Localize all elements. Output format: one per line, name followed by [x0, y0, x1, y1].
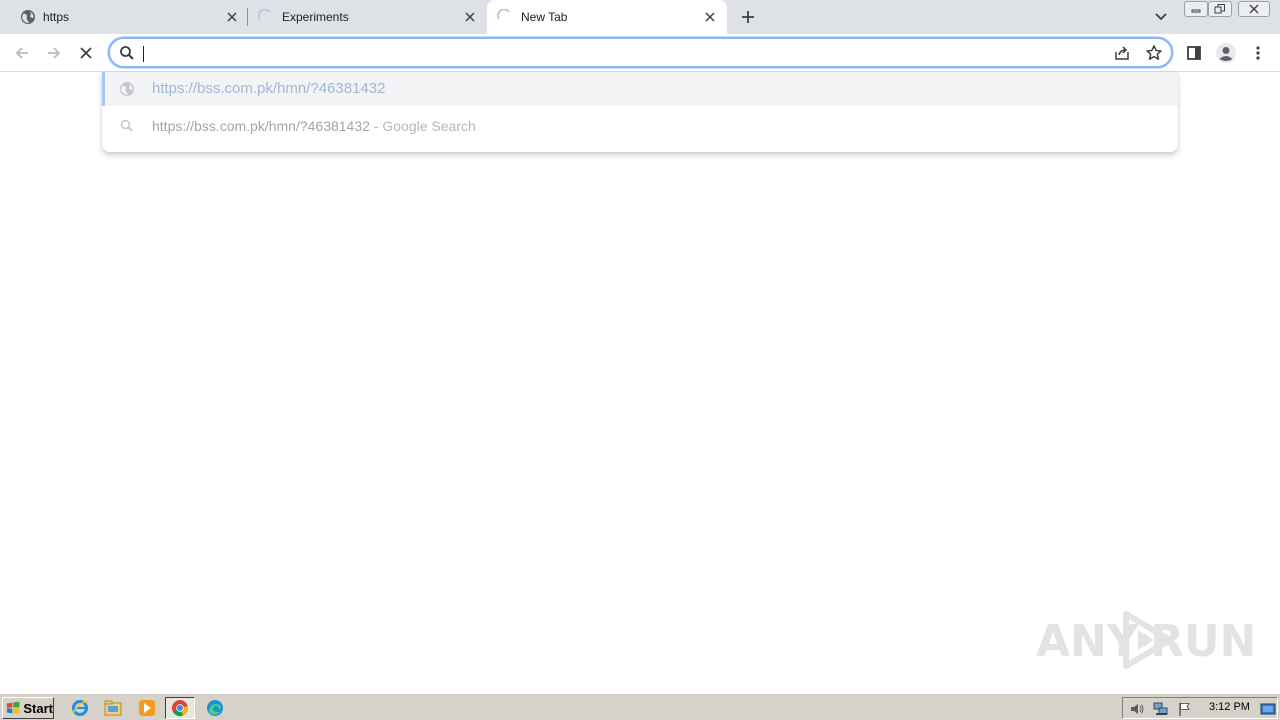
suggestion-url: https://bss.com.pk/hmn/?46381432	[152, 80, 386, 97]
side-panel-button[interactable]	[1180, 39, 1208, 67]
globe-icon	[21, 10, 35, 24]
folder-icon	[104, 700, 122, 716]
chevron-down-icon	[1155, 13, 1167, 21]
media-player-icon	[139, 700, 155, 716]
plus-icon	[742, 11, 754, 23]
restore-button[interactable]	[1208, 1, 1232, 17]
windows-logo-icon	[6, 701, 20, 715]
restore-icon	[1214, 4, 1225, 14]
forward-button[interactable]	[40, 39, 68, 67]
suggestion-hint: Google Search	[382, 118, 476, 134]
taskbar-edge[interactable]	[204, 698, 226, 718]
tab-new-tab[interactable]: New Tab	[487, 0, 727, 34]
share-icon[interactable]	[1113, 44, 1131, 62]
minimize-button[interactable]	[1184, 1, 1208, 17]
internet-explorer-icon	[72, 700, 89, 716]
new-tab-button[interactable]	[736, 5, 760, 29]
close-tab-icon[interactable]	[224, 9, 240, 25]
search-icon	[120, 119, 133, 132]
tab-title: https	[43, 10, 70, 24]
tab-title: Experiments	[282, 10, 349, 24]
loading-spinner-icon	[497, 9, 510, 20]
browser-window: https Experiments New Tab https://bss.co…	[0, 0, 1280, 720]
omnibox-suggestions: https://bss.com.pk/hmn/?46381432 https:/…	[102, 72, 1178, 152]
taskbar-chrome[interactable]	[165, 697, 195, 719]
suggestion-query: https://bss.com.pk/hmn/?46381432	[152, 118, 370, 134]
watermark-text-right: RUN	[1150, 616, 1257, 667]
address-bar[interactable]	[108, 37, 1173, 68]
arrow-right-icon	[48, 47, 61, 59]
volume-icon[interactable]	[1129, 701, 1145, 717]
show-desktop-icon[interactable]	[1260, 701, 1276, 717]
loading-spinner-icon	[258, 9, 271, 20]
bookmark-star-icon[interactable]	[1145, 44, 1163, 62]
back-button[interactable]	[8, 39, 36, 67]
close-tab-icon[interactable]	[702, 9, 718, 25]
more-vertical-icon	[1256, 46, 1260, 60]
close-window-button[interactable]	[1238, 1, 1270, 17]
stop-loading-button[interactable]	[72, 39, 100, 67]
system-tray: 3:12 PM	[1122, 697, 1278, 719]
browser-toolbar	[0, 34, 1280, 72]
tab-experiments[interactable]: Experiments	[248, 0, 486, 34]
close-icon	[80, 47, 92, 59]
text-caret	[143, 46, 144, 62]
selection-indicator	[102, 72, 105, 106]
globe-icon	[120, 82, 134, 96]
tab-search-button[interactable]	[1150, 6, 1172, 28]
search-icon	[120, 46, 134, 60]
edge-icon	[207, 700, 223, 716]
minimize-icon	[1191, 9, 1201, 13]
tab-strip: https Experiments New Tab	[0, 0, 1280, 34]
start-button[interactable]: Start	[2, 697, 54, 719]
clock[interactable]: 3:12 PM	[1209, 701, 1250, 713]
flag-icon[interactable]	[1177, 701, 1193, 717]
tab-title: New Tab	[521, 10, 568, 24]
network-icon[interactable]	[1153, 701, 1169, 717]
suggestion-item[interactable]: https://bss.com.pk/hmn/?46381432	[102, 72, 1178, 106]
menu-button[interactable]	[1244, 39, 1272, 67]
taskbar-explorer[interactable]	[102, 698, 124, 718]
avatar-icon	[1216, 43, 1236, 63]
side-panel-icon	[1187, 46, 1201, 60]
taskbar-media-player[interactable]	[136, 698, 158, 718]
arrow-left-icon	[15, 47, 28, 59]
start-label: Start	[23, 700, 53, 716]
taskbar: Start 3:12 PM	[0, 693, 1280, 720]
suggestion-item[interactable]: https://bss.com.pk/hmn/?46381432 - Googl…	[102, 109, 1178, 143]
chrome-icon	[172, 700, 189, 717]
close-tab-icon[interactable]	[462, 9, 478, 25]
anyrun-watermark: ANY RUN	[1036, 606, 1256, 676]
close-icon	[1249, 4, 1259, 14]
profile-button[interactable]	[1212, 39, 1240, 67]
suggestion-separator: -	[369, 118, 383, 134]
address-input[interactable]	[142, 43, 1092, 63]
tab-https[interactable]: https	[0, 0, 246, 34]
suggestion-text: https://bss.com.pk/hmn/?46381432 - Googl…	[152, 118, 476, 134]
taskbar-ie[interactable]	[69, 698, 91, 718]
